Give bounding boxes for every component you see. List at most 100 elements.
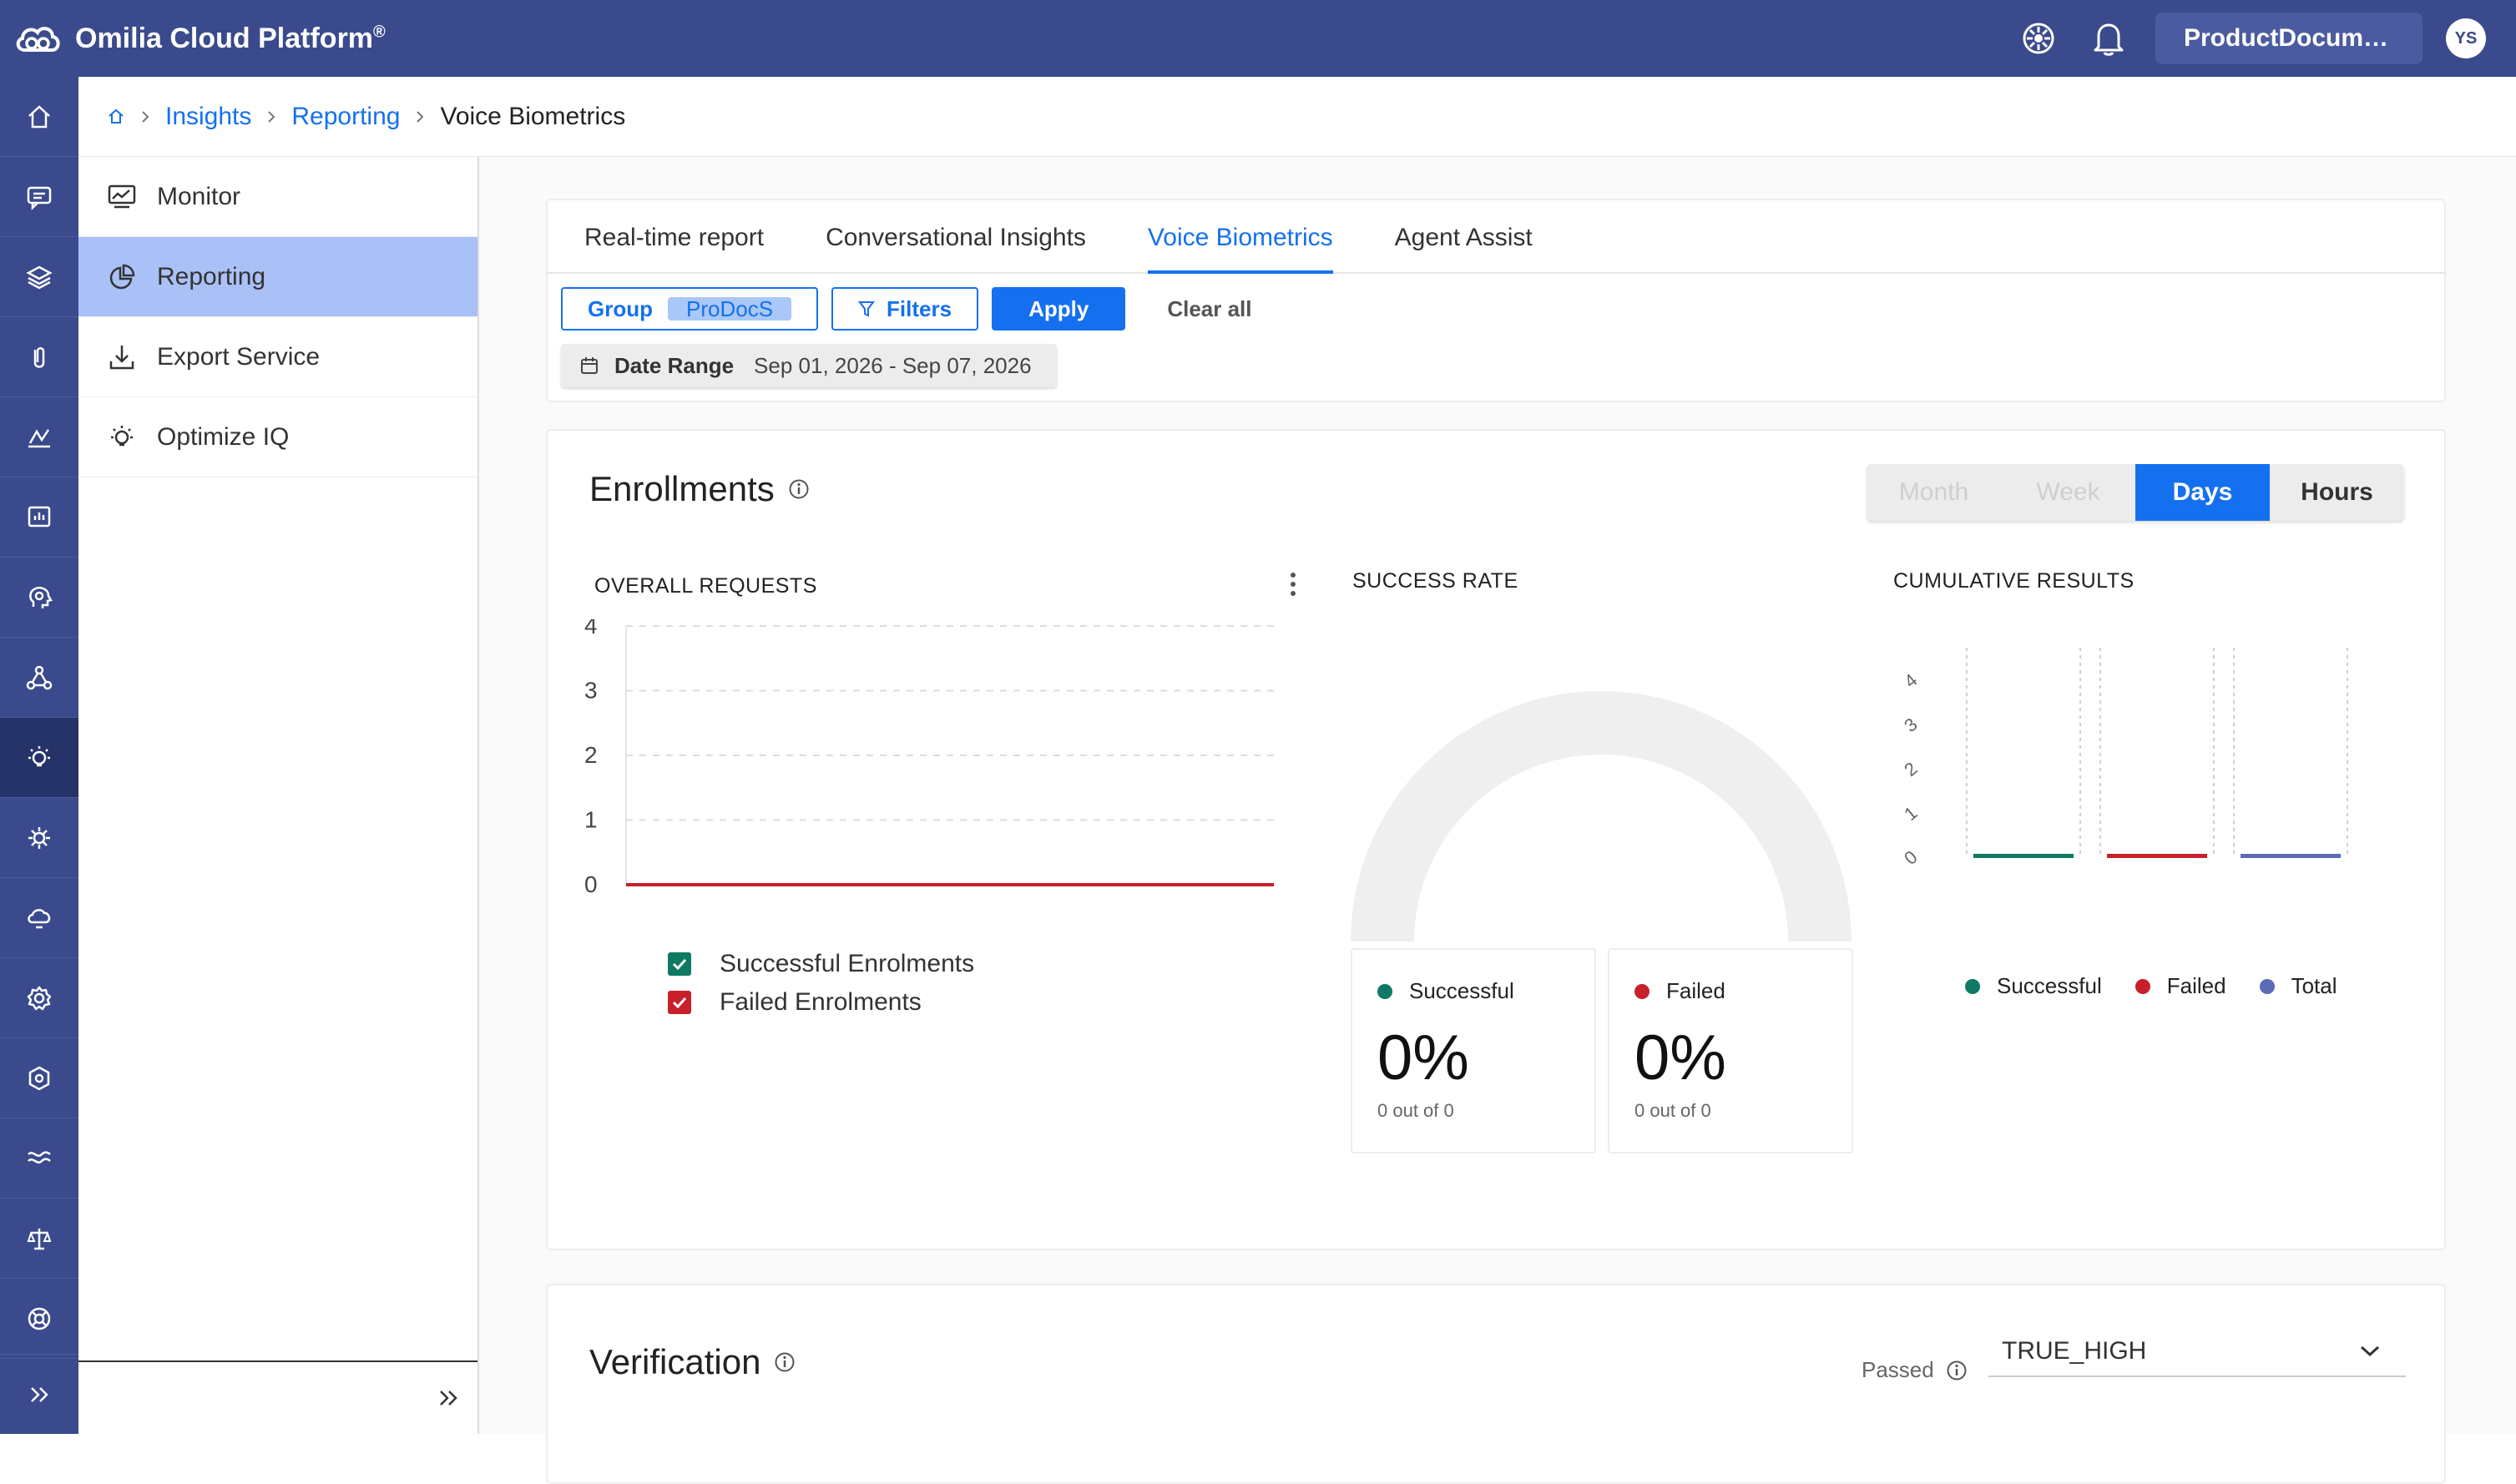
stat-value: 0%	[1377, 1022, 1469, 1093]
y-tick-label: 0	[584, 871, 598, 895]
group-filter-button[interactable]: Group ProDocS	[561, 287, 819, 331]
info-icon[interactable]	[774, 1351, 796, 1373]
chevron-right-icon	[415, 109, 425, 124]
rail-attachments[interactable]	[0, 317, 78, 397]
date-range-picker[interactable]: Date Range Sep 01, 2026 - Sep 07, 2026	[561, 344, 1057, 387]
gauge-track	[1351, 691, 1852, 941]
success-rate-gauge	[1351, 691, 1852, 941]
rail-analytics[interactable]	[0, 397, 78, 477]
rail-conversations[interactable]	[0, 157, 78, 237]
rail-routing[interactable]	[0, 1118, 78, 1199]
y-tick-label: 0	[1900, 846, 1921, 869]
menu-item-export-service[interactable]: Export Service	[78, 317, 477, 397]
bell-icon[interactable]	[2085, 15, 2132, 62]
home-icon	[25, 103, 53, 131]
rail-expand[interactable]	[0, 1354, 78, 1434]
clear-all-button[interactable]: Clear all	[1167, 296, 1251, 322]
y-tick-label: 1	[1900, 802, 1921, 825]
collapse-menu-button[interactable]	[78, 1360, 477, 1434]
select-value: TRUE_HIGH	[2002, 1337, 2147, 1365]
menu-item-label: Monitor	[157, 182, 241, 210]
legend-successful-enrolments[interactable]: Successful Enrolments	[668, 950, 974, 978]
rail-flows[interactable]	[0, 638, 78, 718]
enrollments-card: Enrollments Month Week Days Hours OVERAL…	[546, 429, 2446, 1250]
verification-title: Verification	[589, 1342, 796, 1382]
cumulative-results-chart: 0 1 2 3 4	[1900, 648, 2348, 869]
group-label: Group	[588, 295, 653, 321]
failed-stat: Failed 0% 0 out of 0	[1608, 948, 1853, 1153]
chevron-right-icon	[266, 109, 276, 124]
failed-dot	[1634, 983, 1650, 999]
tab-conversational-insights[interactable]: Conversational Insights	[826, 224, 1086, 272]
stat-subtext: 0 out of 0	[1377, 1100, 1454, 1121]
successful-dot	[1965, 978, 1980, 994]
trend-icon	[25, 423, 53, 452]
home-icon[interactable]	[107, 108, 125, 126]
breadcrumb-current: Voice Biometrics	[440, 102, 626, 130]
rail-ai[interactable]	[0, 558, 78, 638]
rail-dashboards[interactable]	[0, 477, 78, 558]
cloud-sync-icon	[25, 904, 53, 932]
kebab-menu-icon[interactable]	[1289, 571, 1297, 598]
rail-layers[interactable]	[0, 237, 78, 317]
rail-integrations[interactable]	[0, 798, 78, 878]
pie-chart-icon	[105, 260, 139, 294]
tab-agent-assist[interactable]: Agent Assist	[1395, 224, 1533, 272]
menu-item-label: Export Service	[157, 342, 321, 371]
total-dot	[2259, 978, 2275, 994]
layers-icon	[25, 263, 53, 291]
info-icon[interactable]	[1946, 1360, 1968, 1381]
workspace-selector[interactable]: ProductDocume...	[2155, 13, 2423, 64]
menu-item-monitor[interactable]: Monitor	[78, 157, 477, 237]
granularity-month[interactable]: Month	[1867, 464, 2001, 521]
rail-security[interactable]	[0, 1038, 78, 1118]
double-chevron-right-icon	[27, 1385, 52, 1405]
cloud-logo-icon	[13, 22, 62, 55]
breadcrumb-insights[interactable]: Insights	[165, 103, 251, 131]
rail-insights[interactable]	[0, 718, 78, 798]
verification-card: Verification Passed TRUE_HIGH	[546, 1284, 2446, 1484]
legend-total[interactable]: Total	[2259, 973, 2337, 999]
menu-item-reporting[interactable]: Reporting	[78, 237, 477, 317]
rail-home[interactable]	[0, 77, 78, 157]
y-tick-label: 2	[584, 742, 598, 768]
side-menu: Monitor Reporting Export Service Optimiz…	[78, 157, 479, 1434]
rail-cloud[interactable]	[0, 878, 78, 958]
chevron-down-icon	[2359, 1345, 2381, 1358]
legend-label: Failed Enrolments	[720, 988, 922, 1016]
brand[interactable]: Omilia Cloud Platform®	[13, 22, 386, 55]
successful-dot	[1377, 983, 1392, 999]
report-header-card: Real-time report Conversational Insights…	[546, 199, 2446, 402]
gear-icon	[25, 984, 53, 1012]
stat-label: Failed	[1666, 978, 1725, 1003]
success-rate-label: SUCCESS RATE	[1352, 569, 1518, 593]
passed-threshold-select[interactable]: TRUE_HIGH	[1988, 1327, 2406, 1377]
filter-bar: Group ProDocS Filters Apply Clear all	[561, 287, 2444, 331]
apps-hub-icon[interactable]	[2015, 15, 2062, 62]
report-tabs: Real-time report Conversational Insights…	[548, 200, 2444, 274]
tab-real-time-report[interactable]: Real-time report	[584, 224, 764, 272]
y-tick-label: 4	[584, 619, 598, 639]
legend-label: Total	[2291, 973, 2337, 998]
enrollments-title: Enrollments	[589, 469, 810, 509]
avatar[interactable]: YS	[2446, 18, 2486, 58]
brain-icon	[25, 583, 53, 612]
rail-legal[interactable]	[0, 1199, 78, 1279]
legend-failed[interactable]: Failed	[2135, 973, 2226, 999]
legend-failed-enrolments[interactable]: Failed Enrolments	[668, 988, 922, 1017]
legend-successful[interactable]: Successful	[1965, 973, 2102, 999]
apply-button[interactable]: Apply	[992, 287, 1126, 331]
granularity-hours[interactable]: Hours	[2270, 464, 2404, 521]
granularity-week[interactable]: Week	[2001, 464, 2135, 521]
rail-settings[interactable]	[0, 958, 78, 1038]
y-tick-label: 4	[1900, 669, 1921, 692]
rail-support[interactable]	[0, 1279, 78, 1359]
info-icon[interactable]	[788, 478, 810, 500]
filters-button[interactable]: Filters	[831, 287, 979, 331]
granularity-days[interactable]: Days	[2135, 464, 2270, 521]
tab-voice-biometrics[interactable]: Voice Biometrics	[1147, 224, 1333, 274]
left-rail	[0, 77, 78, 1434]
menu-item-optimize-iq[interactable]: Optimize IQ	[78, 397, 477, 477]
breadcrumb-reporting[interactable]: Reporting	[291, 103, 400, 131]
app-title: Omilia Cloud Platform®	[75, 22, 386, 54]
